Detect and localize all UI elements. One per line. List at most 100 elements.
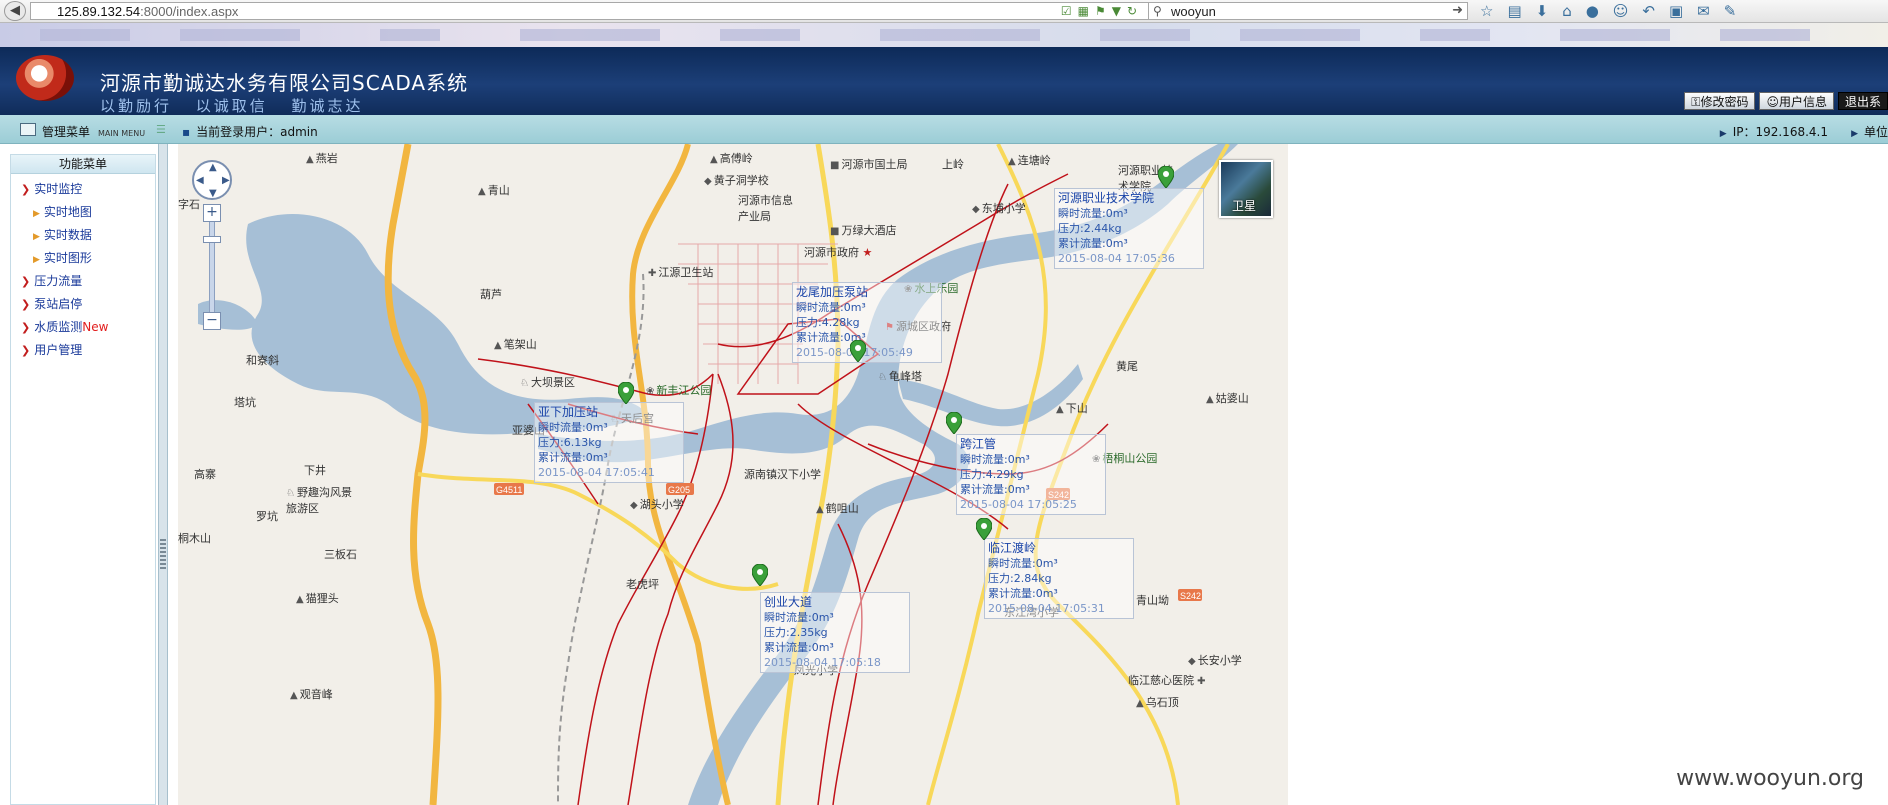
menu-item-realtime-map[interactable]: ▶ 实时地图 [11,201,155,224]
place-label: ▲ 燕岩 [306,150,338,166]
logout-button[interactable]: 退出系 [1837,92,1888,110]
map-pin-icon[interactable] [752,564,768,586]
pan-right-icon[interactable]: ▶ [222,175,230,186]
station-info-window[interactable]: 跨江管 瞬时流量:0m³ 压力:4.29kg 累计流量:0m³ 2015-08-… [956,434,1106,515]
station-info-window[interactable]: 河源职业技术学院 瞬时流量:0m³ 压力:2.44kg 累计流量:0m³ 201… [1054,188,1204,269]
satellite-toggle[interactable]: 卫星 [1219,160,1273,218]
map-pin-icon[interactable] [618,382,634,404]
search-input[interactable]: wooyun [1171,4,1216,19]
map-pin-icon[interactable] [946,412,962,434]
user-info-label: 用户信息 [1778,95,1827,109]
place-label: ▲ 猫狸头 [296,590,339,606]
place-label-text: 东埔小学 [981,202,1026,215]
header-buttons: ⚿修改密码 ☺用户信息 退出系 [1684,92,1888,110]
map-view[interactable]: G4511 G205 S242 S242 ▲ 燕岩 ▲ 青山 字石 ▲ 高傅岭 ■ 河源… [178,144,1288,805]
station-info-window[interactable]: 创业大道 瞬时流量:0m³ 压力:2.35kg 累计流量:0m³ 2015-08… [760,592,910,673]
mountain-icon: ▲ [816,504,824,515]
triangle-icon: ▶ [1719,129,1727,139]
menu-icon[interactable] [20,123,36,136]
menu-item-realtime-graph[interactable]: ▶ 实时图形 [11,247,155,270]
mountain-icon: ▲ [494,340,502,351]
zoom-slider[interactable] [203,222,221,312]
search-box[interactable]: ⚲ wooyun ➜ [1148,2,1468,20]
pan-control[interactable]: ▲ ▼ ◀ ▶ [192,160,232,200]
station-flow: 瞬时流量:0m³ [538,421,608,434]
place-label: 青山坳 [1136,592,1169,608]
map-pin-icon[interactable] [1158,166,1174,188]
station-info-window[interactable]: 亚下加压站 瞬时流量:0m³ 压力:6.13kg 累计流量:0m³ 2015-0… [534,402,684,483]
menu-item-realtime-monitor[interactable]: ❯ 实时监控 [11,178,155,201]
splitter-handle[interactable] [160,539,166,569]
map-pin-icon[interactable] [850,340,866,362]
place-label-text: 鹤咀山 [825,502,859,515]
station-pressure: 压力:2.35kg [764,626,828,639]
station-time: 2015-08-04 17:05:25 [960,498,1077,511]
mountain-icon: ▲ [1056,404,1064,415]
menu-item-user-management[interactable]: ❯ 用户管理 [11,339,155,362]
menu-item-label: 水质监测 [34,320,83,334]
place-label: 上岭 [942,156,964,172]
station-time: 2015-08-04 17:05:31 [988,602,1105,615]
place-label-text: 和寮斜 [246,354,279,367]
url-path: :8000/index.aspx [140,4,239,19]
zoom-out-button[interactable]: − [203,312,221,330]
user-info-button[interactable]: ☺用户信息 [1759,92,1834,110]
map-pin-icon[interactable] [976,518,992,540]
place-label: ▲ 乌石顶 [1136,694,1179,710]
place-label-text: 河源市政府 [804,246,859,259]
place-label: 源南镇汉下小学 [744,466,821,482]
station-total: 累计流量:0m³ [988,587,1058,600]
triangle-right-icon: ▶ [33,232,40,242]
station-flow: 瞬时流量:0m³ [764,611,834,624]
hospital-icon: ✚ [648,268,657,279]
address-bar[interactable]: 125.89.132.54:8000/index.aspx ☑▦⚑▼↻ [30,2,1150,20]
place-label: ♘ 野趣沟风景旅游区 [286,484,356,516]
place-label: ▲ 笔架山 [494,336,537,352]
station-name: 创业大道 [764,595,813,609]
search-go-icon[interactable]: ➜ [1452,3,1463,18]
place-label: ■ 万绿大酒店 [830,222,896,238]
station-info-window[interactable]: 龙尾加压泵站 瞬时流量:0m³ 压力:4.28kg 累计流量:0m³ 2015-… [792,282,942,363]
station-total: 累计流量:0m³ [764,641,834,654]
back-button[interactable]: ◀ [4,1,26,21]
station-pressure: 压力:4.29kg [960,468,1024,481]
mountain-icon: ▲ [710,154,718,165]
place-label-text: 江源卫生站 [658,266,714,279]
place-label: ◆ 东埔小学 [972,200,1026,216]
menu-title-en: MAIN MENU [98,129,146,138]
menu-item-realtime-data[interactable]: ▶ 实时数据 [11,224,155,247]
triangle-icon: ▶ [1851,129,1858,139]
place-label-text: 葫芦 [480,288,502,301]
sidebar: 功能菜单 ❯ 实时监控 ▶ 实时地图 ▶ 实时数据 ▶ 实时图形 ❯ 压力流量 ❯ 泵站启停… [0,144,167,805]
change-password-button[interactable]: ⚿修改密码 [1684,92,1756,110]
pan-up-icon[interactable]: ▲ [209,162,217,173]
place-label: ♘ 大坝景区 [520,374,575,390]
pan-down-icon[interactable]: ▼ [209,188,217,199]
place-label-text: 黄子洞学校 [713,174,769,187]
menu-item-water-quality[interactable]: ❯ 水质监测New [11,316,155,339]
ip-label: IP：192.168.4.1 [1732,125,1828,139]
mountain-icon: ▲ [478,186,486,197]
function-menu-panel: 功能菜单 ❯ 实时监控 ▶ 实时地图 ▶ 实时数据 ▶ 实时图形 ❯ 压力流量 ❯ 泵站启停… [10,154,156,805]
place-label-text: 连塘岭 [1017,154,1051,167]
chevron-right-icon: ❯ [21,298,31,311]
place-label-text: 源南镇汉下小学 [744,468,821,481]
place-label-text: 笔架山 [503,338,537,351]
zoom-in-button[interactable]: + [203,204,221,222]
station-info-window[interactable]: 临江渡岭 瞬时流量:0m³ 压力:2.84kg 累计流量:0m³ 2015-08… [984,538,1134,619]
place-label-text: 罗坑 [256,510,278,523]
station-total: 累计流量:0m³ [796,331,866,344]
browser-toolbar-icons[interactable]: ☆▤⬇⌂●☺↶▣✉✎ [1480,2,1750,20]
zoom-slider-thumb[interactable] [203,236,221,243]
station-flow: 瞬时流量:0m³ [796,301,866,314]
menu-item-pressure-flow[interactable]: ❯ 压力流量 [11,270,155,293]
scenic-icon: ♘ [520,378,529,389]
station-time: 2015-08-04 17:05:41 [538,466,655,479]
menu-item-pump-control[interactable]: ❯ 泵站启停 [11,293,155,316]
place-label-text: 黄尾 [1116,360,1138,373]
address-bar-icons[interactable]: ☑▦⚑▼↻ [1061,4,1143,18]
place-label-text: 梧桐山公园 [1102,452,1158,465]
place-label: 罗坑 [256,508,278,524]
sidebar-splitter[interactable] [158,144,168,805]
pan-left-icon[interactable]: ◀ [196,175,204,186]
